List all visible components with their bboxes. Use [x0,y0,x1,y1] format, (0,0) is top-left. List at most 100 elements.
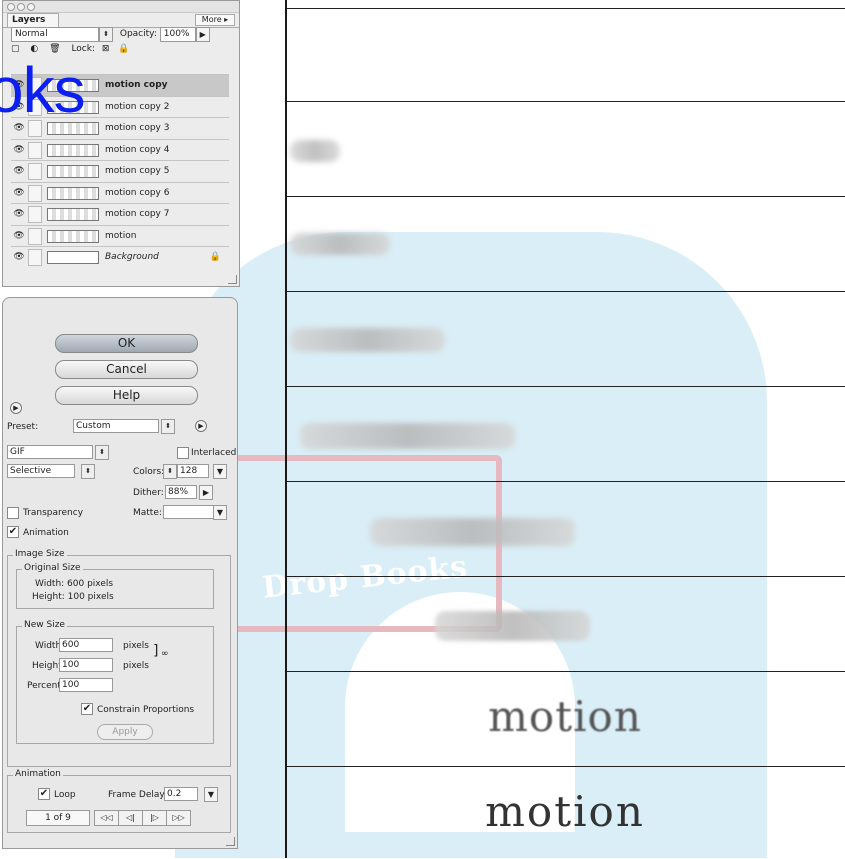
height-unit: pixels [123,661,149,671]
layers-titlebar[interactable] [3,1,239,13]
constrain-proportions-label: Constrain Proportions [97,705,195,715]
optimize-menu-icon[interactable]: ▶ [10,402,22,414]
frame-4 [285,291,845,387]
panel-resize-grip-icon[interactable] [226,837,235,846]
width-input[interactable]: 600 [59,638,113,652]
animation-checkbox[interactable]: ✔ [7,526,19,538]
animation-check-label: Animation [23,528,69,538]
last-frame-icon[interactable]: ▷▷ [166,810,191,826]
image-size-group: Image Size Original Size Width: 600 pixe… [7,549,231,767]
link-bracket-icon: ] [153,643,159,659]
adjustment-layer-icon[interactable]: ◐ [30,44,38,54]
opacity-input[interactable]: 100% [159,27,196,42]
save-for-web-panel: OK Cancel Help ▶ Preset: Custom ⬍ ▶ GIF … [2,297,238,849]
layer-row[interactable]: 👁 motion copy 4 [11,138,229,161]
percent-input[interactable]: 100 [59,678,113,692]
layer-link-box[interactable] [28,141,42,159]
more-menu-button[interactable]: More ▸ [195,14,235,26]
layer-row[interactable]: 👁 Background 🔒 [11,246,229,268]
dither-label: Dither: [133,488,164,498]
preset-select[interactable]: Custom [73,419,159,433]
constrain-proportions-checkbox[interactable]: ✔ [81,703,93,715]
lock-all-icon[interactable]: 🔒 [118,44,129,54]
opacity-slider-arrow-icon[interactable]: ▶ [195,27,210,42]
strip-left-border [285,0,287,858]
dither-input[interactable]: 88% [165,485,197,499]
minimize-icon[interactable] [17,3,25,11]
tab-layers[interactable]: Layers [7,13,59,27]
settings-menu-icon[interactable]: ▶ [195,420,207,432]
dither-slider-icon[interactable]: ▶ [199,485,213,500]
motion-blur-ghost [290,140,340,162]
matte-dropdown-icon[interactable]: ▼ [213,505,227,520]
zoom-icon[interactable] [27,3,35,11]
visibility-eye-icon[interactable]: 👁 [13,252,25,262]
preset-label: Preset: [7,422,39,432]
opacity-label: Opacity: [119,29,157,39]
ok-button[interactable]: OK [55,334,198,353]
layer-name: motion copy 5 [105,166,170,176]
layer-row[interactable]: 👁 motion copy 7 [11,203,229,225]
frame-5 [285,386,845,482]
previous-frame-icon[interactable]: ◁| [118,810,143,826]
colors-input[interactable]: 128 [177,464,209,478]
layer-name: motion copy 6 [105,187,170,198]
layer-link-box[interactable] [28,184,42,202]
lock-transparency-icon[interactable]: ⊠ [102,44,110,54]
blend-mode-select[interactable]: Normal [11,27,99,42]
motion-blur-ghost [370,518,575,546]
visibility-eye-icon[interactable]: 👁 [13,209,25,219]
trash-icon[interactable]: 🗑 [49,44,60,54]
apply-button[interactable]: Apply [97,724,153,740]
visibility-eye-icon[interactable]: 👁 [13,145,25,155]
layer-thumbnail [47,251,99,264]
layer-link-box[interactable] [28,163,42,180]
layer-lock-icon: 🔒 [209,252,221,262]
image-size-title: Image Size [13,549,67,559]
resize-grip-icon[interactable] [228,275,237,284]
loop-label: Loop [54,790,76,800]
original-size-title: Original Size [22,563,83,573]
new-set-icon[interactable]: ▢ [11,44,20,54]
frame-delay-dropdown-icon[interactable]: ▼ [204,787,218,802]
frame-nav-group: ◁◁ ◁| |▷ ▷▷ [94,810,194,826]
help-button[interactable]: Help [55,386,198,405]
chain-link-icon[interactable]: ∞ [161,649,169,659]
layer-thumbnail [47,229,99,243]
colors-dropdown-icon[interactable]: ▼ [213,464,227,479]
reduction-stepper-icon[interactable]: ⬍ [81,464,95,479]
layers-tab-bar: Layers More ▸ [3,13,239,28]
reduction-select[interactable]: Selective [7,464,75,478]
layer-row[interactable]: 👁 motion [11,224,229,247]
preset-stepper-icon[interactable]: ⬍ [161,419,175,434]
frame-delay-input[interactable]: 0.2 [164,787,198,801]
layer-link-box[interactable] [28,206,42,223]
next-frame-icon[interactable]: |▷ [142,810,167,826]
frame-8: motion [285,671,845,767]
first-frame-icon[interactable]: ◁◁ [94,810,119,826]
format-stepper-icon[interactable]: ⬍ [95,445,109,460]
height-input[interactable]: 100 [59,658,113,672]
matte-select[interactable] [163,505,217,519]
original-size-group: Original Size Width: 600 pixels Height: … [16,563,214,609]
frame-1 [285,8,845,104]
layer-row[interactable]: 👁 motion copy 6 [11,181,229,204]
interlaced-checkbox[interactable] [177,447,189,459]
frame-2 [285,101,845,197]
motion-blur-ghost [290,328,445,352]
layer-link-box[interactable] [28,227,42,245]
loop-checkbox[interactable]: ✔ [38,788,50,800]
visibility-eye-icon[interactable]: 👁 [13,231,25,241]
format-select[interactable]: GIF [7,445,93,459]
original-height-text: Height: 100 pixels [32,592,114,602]
layer-link-box[interactable] [28,249,42,266]
colors-label: Colors: [133,467,165,477]
transparency-checkbox[interactable] [7,507,19,519]
visibility-eye-icon[interactable]: 👁 [13,188,25,198]
colors-stepper-icon[interactable]: ⬍ [163,464,177,479]
layer-row[interactable]: 👁 motion copy 5 [11,160,229,182]
close-icon[interactable] [7,3,15,11]
visibility-eye-icon[interactable]: 👁 [13,166,25,176]
cancel-button[interactable]: Cancel [55,360,198,379]
blend-mode-stepper-icon[interactable]: ⬍ [99,27,113,42]
